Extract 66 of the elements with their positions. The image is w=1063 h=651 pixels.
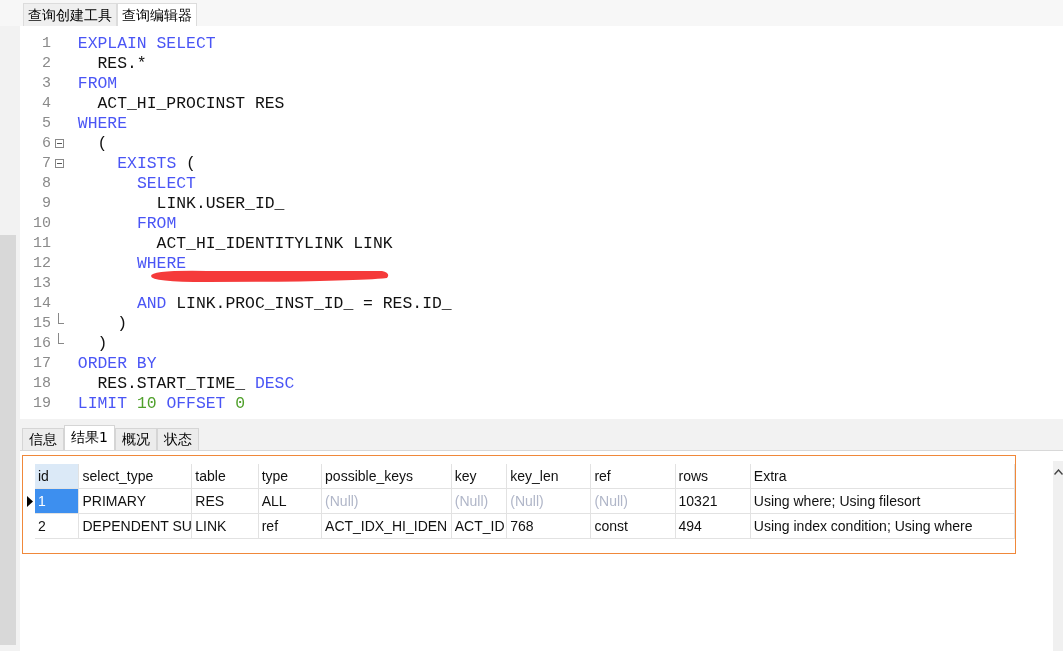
- scroll-up-icon[interactable]: [1053, 469, 1063, 475]
- line-number: 16: [32, 334, 51, 352]
- line-number: 4: [41, 94, 51, 112]
- scrollbar[interactable]: [1053, 461, 1063, 651]
- code-token: AND: [136, 293, 167, 313]
- line-number: 3: [41, 74, 51, 92]
- code-token: LIMIT: [77, 393, 129, 413]
- line-number: 18: [32, 374, 51, 392]
- line-number: 8: [41, 174, 51, 192]
- code-token: 10: [136, 393, 157, 413]
- code-token: EXPLAIN SELECT: [77, 33, 216, 53]
- result-tab[interactable]: 概况: [114, 428, 157, 450]
- code-token: SELECT: [136, 173, 196, 193]
- code-token: WHERE: [136, 253, 187, 273]
- table-cell: LINK: [192, 514, 259, 539]
- code-token: ): [117, 313, 128, 333]
- line-number: 15: [32, 314, 51, 332]
- line-number: 17: [32, 354, 51, 372]
- table-cell: ACT_ID: [451, 514, 508, 539]
- table-cell: 2: [34, 514, 80, 539]
- line-number: 7: [41, 154, 51, 172]
- code-token: 0: [235, 393, 246, 413]
- code-token: FROM: [77, 73, 118, 93]
- line-number: 12: [32, 254, 51, 272]
- line-number: 1: [41, 34, 51, 52]
- line-number: 9: [41, 194, 51, 212]
- editor-tab[interactable]: 查询创建工具: [23, 3, 117, 26]
- line-number: 6: [41, 134, 51, 152]
- table-cell: const: [591, 514, 676, 539]
- code-token: LINK.USER_ID_: [156, 193, 285, 213]
- code-token: DESC: [254, 373, 295, 393]
- line-number: 10: [32, 214, 51, 232]
- code-token: ): [97, 333, 108, 353]
- table-cell: Using index condition; Using where: [750, 514, 1015, 539]
- collapse-icon[interactable]: [55, 138, 64, 148]
- line-number: 19: [32, 394, 51, 412]
- code-token: OFFSET: [165, 393, 227, 413]
- result-tab[interactable]: 状态: [156, 428, 199, 450]
- code-token: ORDER BY: [77, 353, 157, 373]
- line-number: 5: [41, 114, 51, 132]
- code-token: RES.*: [97, 53, 147, 73]
- table-cell: 1: [34, 489, 80, 514]
- table-cell: ref: [258, 514, 323, 539]
- table-cell: 768: [507, 514, 592, 539]
- table-cell: ACT_IDX_HI_IDEN: [322, 514, 452, 539]
- line-number: 14: [32, 294, 51, 312]
- line-number: 11: [32, 234, 51, 252]
- code-token: FROM: [136, 213, 177, 233]
- collapse-icon[interactable]: [55, 158, 64, 168]
- table-cell: 494: [675, 514, 751, 539]
- code-token: EXISTS: [117, 153, 177, 173]
- code-token: LINK.PROC_INST_ID_ = RES.ID_: [175, 293, 452, 313]
- code-token: RES.START_TIME_: [97, 373, 247, 393]
- code-token: (: [97, 133, 108, 153]
- code-token: WHERE: [77, 113, 128, 133]
- line-number: 13: [32, 274, 51, 292]
- column-header[interactable]: id: [34, 464, 80, 489]
- result-tab[interactable]: 结果1: [64, 425, 115, 450]
- table-cell: DEPENDENT SU: [79, 514, 193, 539]
- line-number: 2: [41, 54, 51, 72]
- editor-tab[interactable]: 查询编辑器: [117, 3, 197, 26]
- code-token: (: [185, 153, 196, 173]
- code-token: ACT_HI_PROCINST RES: [97, 93, 285, 113]
- code-token: ACT_HI_IDENTITYLINK LINK: [156, 233, 393, 253]
- result-tab[interactable]: 信息: [22, 428, 64, 450]
- table-row[interactable]: 1 PRIMARY RES ALL (Null) (Null) (Null) (Null) 10321 Using where; Using filesort: [25, 489, 1015, 514]
